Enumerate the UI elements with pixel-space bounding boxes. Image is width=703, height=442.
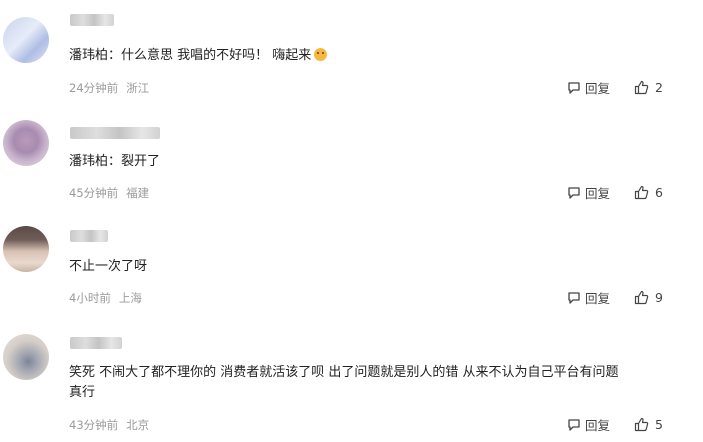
like-count: 6 — [655, 185, 663, 200]
thumbs-up-icon — [634, 417, 649, 432]
location: 浙江 — [126, 81, 150, 95]
comment-meta: 43分钟前 北京 — [69, 417, 149, 433]
location: 北京 — [126, 418, 150, 432]
timestamp: 4小时前 — [69, 291, 111, 305]
comment-text: 潘玮柏：什么意思 我唱的不好吗！ 嗨起来 — [69, 46, 679, 66]
like-count: 9 — [655, 290, 663, 305]
avatar[interactable] — [3, 120, 49, 166]
username-blurred[interactable] — [70, 127, 160, 139]
comment-icon — [568, 418, 580, 431]
comment-actions: 回复 5 — [567, 415, 663, 434]
comment-text: 不止一次了呀 — [69, 259, 148, 274]
party-face-emoji-icon — [314, 48, 328, 61]
reply-label: 回复 — [585, 81, 611, 96]
comment-text: 潘玮柏：裂开了 — [69, 154, 161, 169]
location: 福建 — [126, 186, 150, 200]
like-count: 5 — [655, 417, 663, 432]
timestamp: 24分钟前 — [69, 81, 119, 95]
comment-actions: 回复 6 — [567, 183, 663, 202]
reply-button[interactable]: 回复 — [567, 78, 610, 97]
avatar[interactable] — [3, 17, 49, 63]
reply-button[interactable]: 回复 — [567, 183, 610, 202]
thumbs-up-icon — [634, 185, 649, 200]
comment-icon — [568, 291, 580, 304]
reply-button[interactable]: 回复 — [567, 415, 610, 434]
thumbs-up-icon — [634, 80, 649, 95]
username-blurred[interactable] — [70, 14, 114, 26]
reply-label: 回复 — [585, 186, 611, 201]
timestamp: 43分钟前 — [69, 418, 119, 432]
reply-button[interactable]: 回复 — [567, 288, 610, 307]
avatar[interactable] — [3, 226, 49, 272]
comment-icon — [568, 186, 580, 199]
reply-label: 回复 — [585, 418, 611, 433]
reply-label: 回复 — [585, 291, 611, 306]
username-blurred[interactable] — [70, 337, 122, 349]
comment-meta: 24分钟前 浙江 — [69, 80, 149, 96]
thumbs-up-icon — [634, 290, 649, 305]
timestamp: 45分钟前 — [69, 186, 119, 200]
like-count: 2 — [655, 80, 663, 95]
comment-meta: 45分钟前 福建 — [69, 185, 149, 201]
location: 上海 — [118, 291, 142, 305]
comment-meta: 4小时前 上海 — [69, 290, 142, 306]
comment-actions: 回复 9 — [567, 288, 663, 307]
comment-actions: 回复 2 — [567, 78, 663, 97]
like-button[interactable]: 9 — [634, 290, 663, 305]
like-button[interactable]: 6 — [634, 185, 663, 200]
comment-icon — [568, 81, 580, 94]
like-button[interactable]: 5 — [634, 417, 663, 432]
avatar[interactable] — [3, 334, 49, 380]
like-button[interactable]: 2 — [634, 80, 663, 95]
comment-text: 笑死 不闹大了都不理你的 消费者就活该了呗 出了问题就是别人的错 从来不认为自己… — [69, 365, 619, 400]
username-blurred[interactable] — [70, 230, 108, 242]
